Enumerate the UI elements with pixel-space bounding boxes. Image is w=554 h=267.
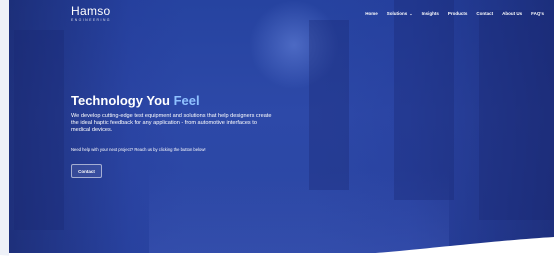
logo-name: Hamso xyxy=(71,4,111,18)
nav-item-products[interactable]: Products xyxy=(448,11,468,16)
nav-item-label: FAQ's xyxy=(531,11,544,16)
site-logo[interactable]: Hamso ENGINEERING xyxy=(71,4,111,23)
nav-item-home[interactable]: Home xyxy=(365,11,378,16)
hero-bottom-wave xyxy=(0,237,554,267)
hero-description: We develop cutting-edge test equipment a… xyxy=(71,113,272,134)
hero-background-building xyxy=(394,0,454,200)
headline-accent: Feel xyxy=(173,93,200,108)
hero-help-text: Need help with your next project? Reach … xyxy=(71,147,206,152)
nav-item-faqs[interactable]: FAQ's xyxy=(531,11,544,16)
nav-item-label: About Us xyxy=(502,11,523,16)
hero-background-building xyxy=(309,20,349,190)
headline-main: Technology You xyxy=(71,93,170,108)
nav-item-label: Contact xyxy=(476,11,494,16)
nav-item-contact[interactable]: Contact xyxy=(476,11,493,16)
nav-item-label: Products xyxy=(447,11,468,16)
hero-background-building xyxy=(479,10,554,220)
nav-item-solutions[interactable]: Solutions ⌄ xyxy=(387,11,413,16)
nav-item-label: Insights xyxy=(421,11,439,16)
contact-button-label: Contact xyxy=(78,168,95,174)
nav-item-label: Home xyxy=(365,11,378,16)
hero-headline: Technology You Feel xyxy=(71,93,200,108)
main-navigation: Home Solutions ⌄ Insights Products Contac… xyxy=(365,11,544,16)
nav-item-about-us[interactable]: About Us xyxy=(502,11,522,16)
nav-item-label: Solutions xyxy=(386,11,408,16)
contact-button[interactable]: Contact xyxy=(71,164,102,178)
chevron-down-icon: ⌄ xyxy=(409,11,413,16)
logo-tagline: ENGINEERING xyxy=(71,18,111,22)
nav-item-insights[interactable]: Insights xyxy=(422,11,439,16)
hero-background-building xyxy=(14,30,64,230)
